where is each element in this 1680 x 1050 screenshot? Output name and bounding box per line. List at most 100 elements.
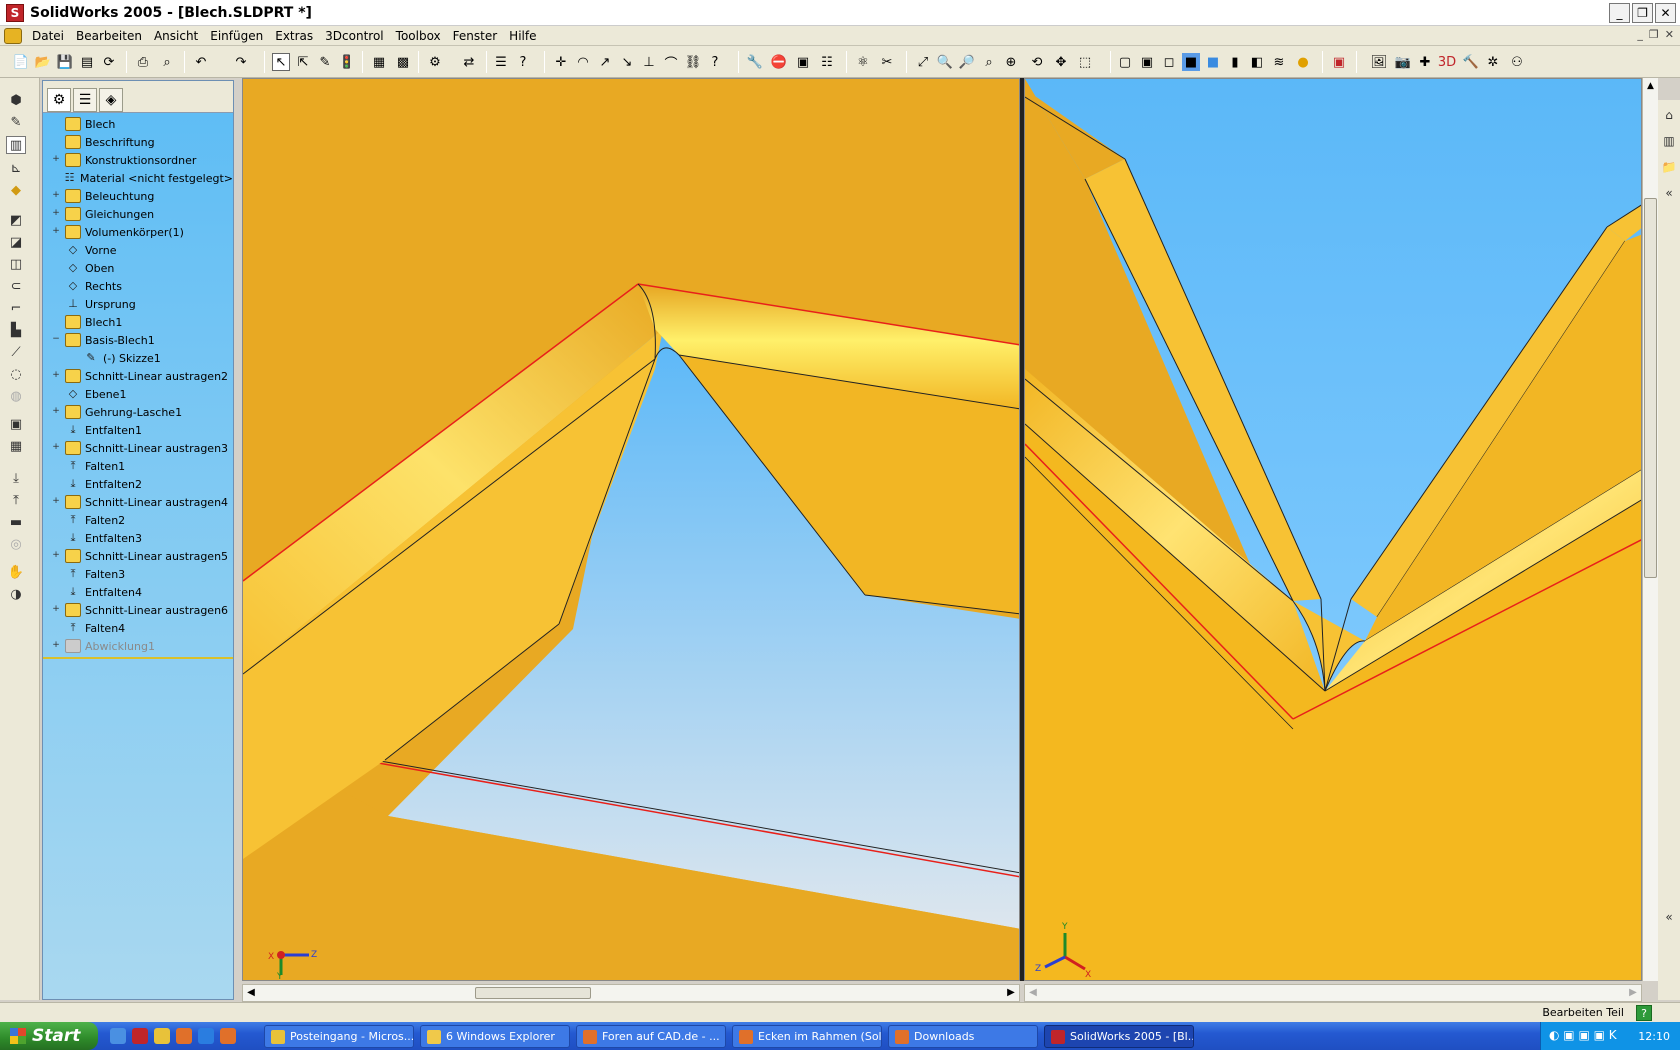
closed-corner-tool-icon[interactable]: ◌ (6, 366, 26, 384)
taskbar-button[interactable]: SolidWorks 2005 - [Bl... (1044, 1025, 1194, 1048)
link-icon[interactable]: ⛓ (684, 53, 702, 71)
file-explorer-icon[interactable]: 📁 (1660, 158, 1678, 176)
sheet-metal-tools-icon[interactable]: ▥ (6, 136, 26, 154)
doc-restore-button[interactable]: ❐ (1649, 28, 1659, 41)
lofted-bend-tool-icon[interactable]: ⟋ (6, 344, 26, 362)
flip-icon[interactable]: ⇄ (460, 53, 478, 71)
zoom-fit-icon[interactable]: ⤢ (914, 53, 932, 71)
graphics-viewport-left[interactable]: Z X Y (242, 78, 1020, 981)
insert-bends-tool-icon[interactable]: ✋ (6, 564, 26, 582)
stop-icon[interactable]: ⛔ (770, 53, 788, 71)
miter-flange-tool-icon[interactable]: ◫ (6, 256, 26, 274)
printer-icon[interactable]: ⎙ (134, 53, 152, 71)
flatten-tool-icon[interactable]: ▬ (6, 514, 26, 532)
scroll-left-arrow-icon[interactable]: ◀ (1025, 985, 1041, 1001)
tree-expander-icon[interactable]: + (51, 551, 61, 561)
tree-expander-icon[interactable]: + (51, 497, 61, 507)
menu-hilfe[interactable]: Hilfe (503, 29, 542, 43)
pan-icon[interactable]: ✥ (1052, 53, 1070, 71)
featuremanager-tab-icon[interactable]: ⚙ (47, 88, 71, 112)
tree-expander-icon[interactable]: + (51, 605, 61, 615)
camera-icon[interactable]: 📷 (1394, 53, 1412, 71)
scroll-right-arrow-icon[interactable]: ▶ (1003, 985, 1019, 1001)
scroll-up-arrow-icon[interactable]: ▲ (1643, 78, 1658, 94)
show-desktop-icon[interactable] (110, 1028, 126, 1044)
tree-item-falten4[interactable]: ⤒ Falten4 (43, 619, 233, 637)
tree-expander-icon[interactable]: + (51, 443, 61, 453)
rollback-bar[interactable] (43, 657, 233, 659)
tree-item-gleichungen[interactable]: + Gleichungen (43, 205, 233, 223)
select-filter-icon[interactable]: ⇱ (294, 53, 312, 71)
break-corner-tool-icon[interactable]: ▣ (6, 416, 26, 434)
options-icon[interactable]: ⚙ (426, 53, 444, 71)
menu-fenster[interactable]: Fenster (447, 29, 504, 43)
base-flange-tool-icon[interactable]: ◩ (6, 212, 26, 230)
tree-item-abwicklung1[interactable]: + Abwicklung1 (43, 637, 233, 655)
tree-expander-icon[interactable]: + (51, 191, 61, 201)
tree-item-entfalten1[interactable]: ⤓ Entfalten1 (43, 421, 233, 439)
tree-expander-icon[interactable]: − (51, 335, 61, 345)
help-icon[interactable]: ? (514, 53, 532, 71)
traffic-light-icon[interactable]: 🚦 (338, 53, 356, 71)
brick-icon[interactable]: ▩ (394, 53, 412, 71)
grid-icon[interactable]: ▦ (370, 53, 388, 71)
tree-item-rechts[interactable]: ◇ Rechts (43, 277, 233, 295)
tree-item-falten2[interactable]: ⤒ Falten2 (43, 511, 233, 529)
animator-icon[interactable]: ✲ (1484, 53, 1502, 71)
outlook-quicklaunch-icon[interactable] (154, 1028, 170, 1044)
tree-item-entfalten4[interactable]: ⤓ Entfalten4 (43, 583, 233, 601)
menu-bearbeiten[interactable]: Bearbeiten (70, 29, 148, 43)
hem-tool-icon[interactable]: ⊂ (6, 278, 26, 296)
photoworks-icon[interactable]: 🖼 (1370, 53, 1388, 71)
tree-expander-icon[interactable]: + (51, 155, 61, 165)
extrude-icon[interactable]: ⬢ (6, 92, 26, 110)
ie-quicklaunch-icon[interactable] (198, 1028, 214, 1044)
arrow-down-right-icon[interactable]: ↘ (618, 53, 636, 71)
curvature-icon[interactable]: ≋ (1270, 53, 1288, 71)
list-icon[interactable]: ☰ (492, 53, 510, 71)
taskbar-button[interactable]: Posteingang - Micros... (264, 1025, 414, 1048)
doc-minimize-button[interactable]: _ (1637, 28, 1643, 41)
rebuild-icon[interactable]: ⟳ (100, 53, 118, 71)
tree-item-material-nicht-festgelegt[interactable]: ☷ Material <nicht festgelegt> (43, 169, 233, 187)
close-button[interactable]: ✕ (1655, 3, 1676, 23)
scroll-left-arrow-icon[interactable]: ◀ (243, 985, 259, 1001)
tree-item-schnitt-linear-austragen3[interactable]: + Schnitt-Linear austragen3 (43, 439, 233, 457)
select-pointer-icon[interactable]: ↖ (272, 53, 290, 71)
zoom-area-icon[interactable]: 🔍 (936, 53, 954, 71)
tree-item-falten3[interactable]: ⤒ Falten3 (43, 565, 233, 583)
properties-icon[interactable]: ☷ (818, 53, 836, 71)
tree-expander-icon[interactable]: + (51, 371, 61, 381)
propertymanager-tab-icon[interactable]: ☰ (73, 88, 97, 112)
shaded-with-edges-icon[interactable]: ■ (1182, 53, 1200, 71)
tree-item-beschriftung[interactable]: Beschriftung (43, 133, 233, 151)
edge-flange-tool-icon[interactable]: ◪ (6, 234, 26, 252)
design-library-icon[interactable]: ▥ (1660, 132, 1678, 150)
network-icon[interactable]: ⚇ (1508, 53, 1526, 71)
line-icon[interactable]: ↗ (596, 53, 614, 71)
tree-expander-icon[interactable]: + (51, 407, 61, 417)
firefox-quicklaunch-icon[interactable] (176, 1028, 192, 1044)
tree-item-entfalten3[interactable]: ⤓ Entfalten3 (43, 529, 233, 547)
collapse-pane-icon[interactable]: « (1660, 184, 1678, 202)
axis-icon[interactable]: ✚ (1416, 53, 1434, 71)
simulation-icon[interactable]: ⚛ (854, 53, 872, 71)
home-icon[interactable]: ⌂ (1660, 106, 1678, 124)
taskbar-button[interactable]: 6 Windows Explorer (420, 1025, 570, 1048)
menu-einfuegen[interactable]: Einfügen (204, 29, 269, 43)
tree-item-skizze1[interactable]: ✎ (-) Skizze1 (43, 349, 233, 367)
start-button[interactable]: Start (0, 1022, 98, 1050)
tree-item-schnitt-linear-austragen4[interactable]: + Schnitt-Linear austragen4 (43, 493, 233, 511)
tree-item-blech1[interactable]: Blech1 (43, 313, 233, 331)
arch-icon[interactable]: ⌒ (662, 53, 680, 72)
jog-tool-icon[interactable]: ⌐ (6, 300, 26, 318)
no-bends-tool-icon[interactable]: ◎ (6, 536, 26, 554)
tree-expander-icon[interactable]: + (51, 209, 61, 219)
tree-item-entfalten2[interactable]: ⤓ Entfalten2 (43, 475, 233, 493)
minimize-button[interactable]: _ (1609, 3, 1630, 23)
dimension-icon[interactable]: ⊾ (6, 160, 26, 178)
rip-tool-icon[interactable]: ▦ (6, 438, 26, 456)
scroll-thumb[interactable] (1644, 198, 1657, 578)
taskbar-button[interactable]: Downloads (888, 1025, 1038, 1048)
taskbar-button[interactable]: Foren auf CAD.de - ... (576, 1025, 726, 1048)
